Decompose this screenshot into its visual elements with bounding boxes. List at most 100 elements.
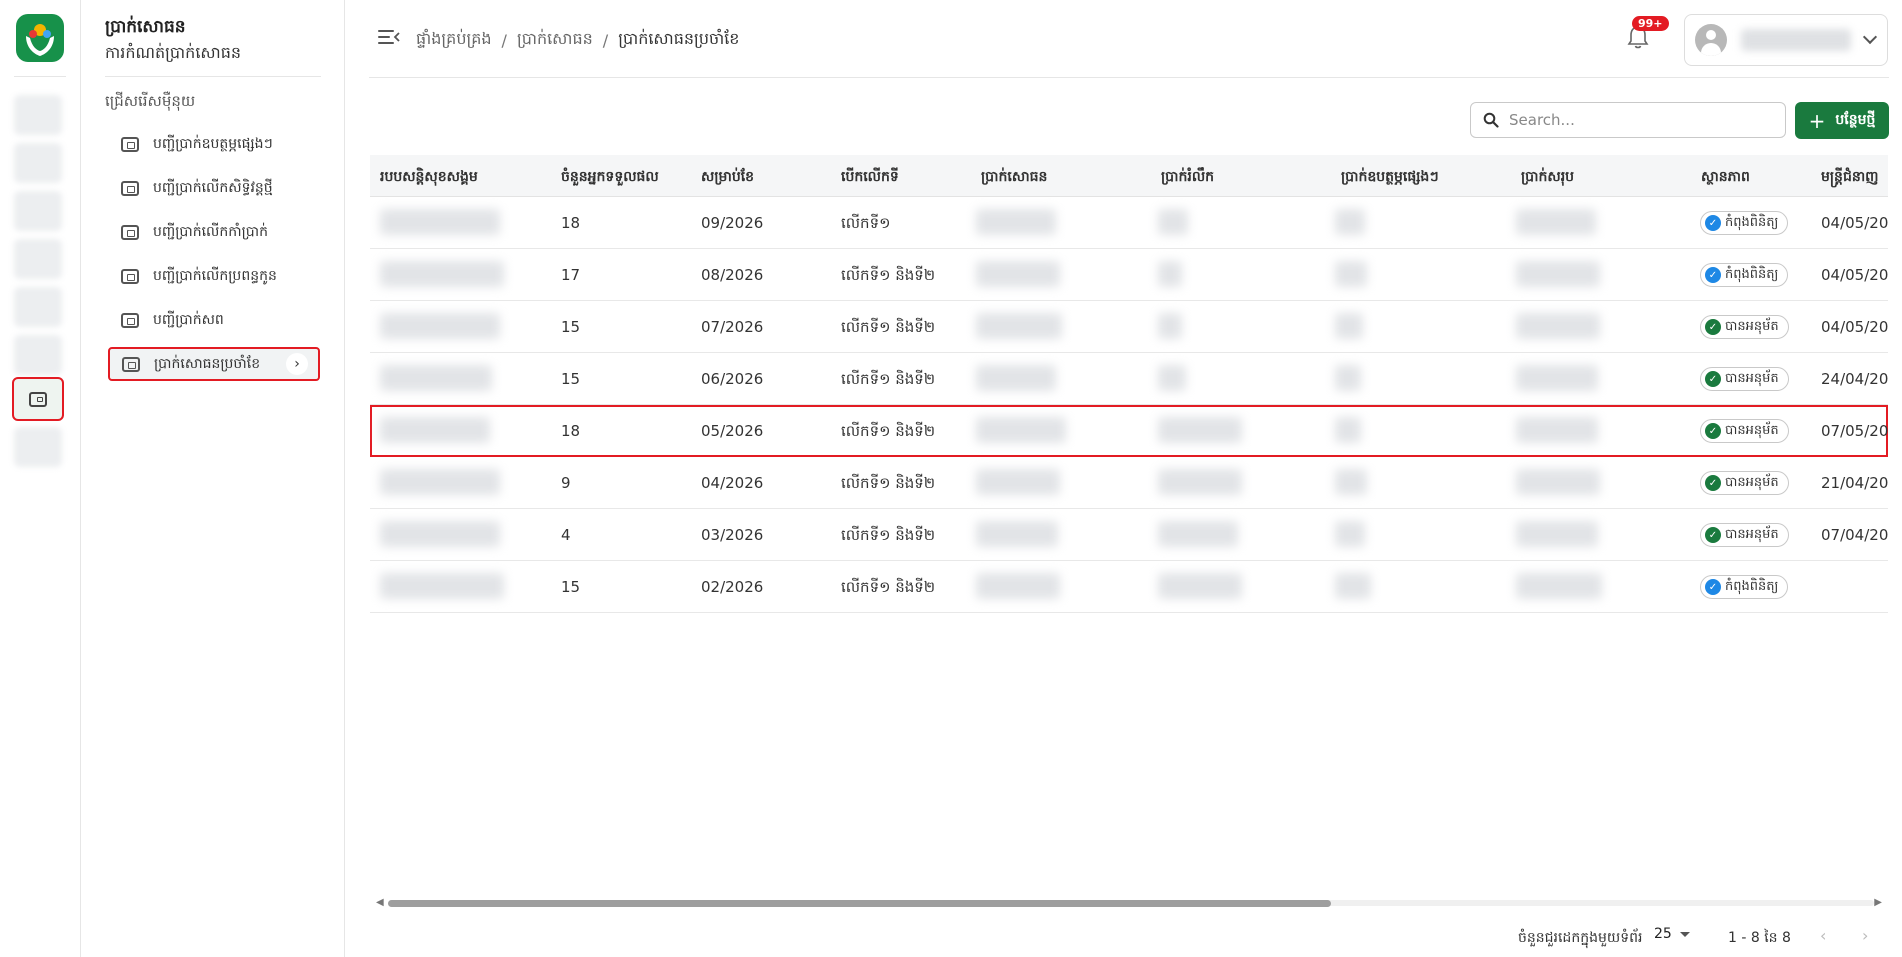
beneficiary-count: 15 <box>561 578 581 596</box>
panel-divider <box>105 76 321 77</box>
rows-per-page-select[interactable]: 25 <box>1654 926 1690 942</box>
column-header[interactable]: ប្រាក់រំលឹក <box>1161 167 1214 188</box>
other-allowance-redacted <box>1335 261 1367 287</box>
other-allowance-redacted <box>1335 573 1371 599</box>
beneficiary-count: 4 <box>561 526 571 544</box>
beneficiary-count: 18 <box>561 214 581 232</box>
sidebar-item-monthly-pension[interactable]: ប្រាក់សោធនប្រចាំខែ › <box>108 347 320 381</box>
pension-month: 09/2026 <box>701 214 764 232</box>
pension-amount-redacted <box>976 313 1062 339</box>
column-header[interactable]: ស្ថានភាព <box>1701 167 1750 188</box>
rail-item-4[interactable] <box>14 239 62 279</box>
column-header[interactable]: ចំនួនអ្នកទទួលផល <box>561 167 659 188</box>
user-menu-button[interactable] <box>1684 14 1888 66</box>
search-input[interactable] <box>1509 111 1759 129</box>
wallet-icon <box>122 356 140 372</box>
arrears-amount-redacted <box>1158 313 1182 339</box>
table-row[interactable]: 4 03/2026 លើកទី១ និងទី២ ✓បានអនុម័ត 07/04/202 <box>370 509 1888 561</box>
column-header[interactable]: ប្រាក់សរុប <box>1521 167 1574 188</box>
column-header[interactable]: សម្រាប់ខែ <box>701 167 754 188</box>
social-security-scheme-redacted <box>380 573 504 599</box>
payment-round: លើកទី១ និងទី២ <box>841 370 936 388</box>
scroll-left-arrow[interactable]: ◀ <box>376 897 384 908</box>
caret-down-icon <box>1679 931 1690 937</box>
sidebar-item-label: ប្រាក់សោធនប្រចាំខែ <box>154 355 261 372</box>
table-row[interactable]: 18 05/2026 លើកទី១ និងទី២ ✓ បានអនុម័ត 07/05/20… <box>370 405 1888 457</box>
menu-toggle-button[interactable] <box>378 28 400 46</box>
arrears-amount-redacted <box>1158 573 1242 599</box>
rail-item-6[interactable] <box>14 335 62 375</box>
panel-subtitle: ការកំណត់ប្រាក់សោធន <box>105 43 242 62</box>
breadcrumb-pension[interactable]: ប្រាក់សោធន <box>517 28 593 52</box>
horizontal-scrollbar[interactable]: ◀ ▶ <box>376 897 1882 909</box>
pension-month: 06/2026 <box>701 370 764 388</box>
other-allowance-redacted <box>1335 365 1361 391</box>
officer-date: 07/04/202 <box>1821 526 1888 544</box>
review-check-icon: ✓ <box>1705 267 1721 283</box>
add-new-button[interactable]: + បន្ថែមថ្មី <box>1795 102 1889 139</box>
sidebar-item-funeral[interactable]: បញ្ជីប្រាក់សព <box>109 303 319 337</box>
prev-page-button[interactable]: ‹ <box>1820 926 1826 945</box>
payment-round: លើកទី១ និងទី២ <box>841 526 936 544</box>
beneficiary-count: 9 <box>561 474 571 492</box>
beneficiary-count: 15 <box>561 318 581 336</box>
scroll-right-arrow[interactable]: ▶ <box>1874 897 1882 908</box>
officer-date: 04/05/202 <box>1821 266 1888 284</box>
social-security-scheme-redacted <box>380 261 504 287</box>
status-badge: ✓ កំពុងពិនិត្យ <box>1700 575 1789 599</box>
officer-date: 04/05/202 <box>1821 214 1888 232</box>
payment-round: លើកទី១ និងទី២ <box>841 474 936 492</box>
next-page-button[interactable]: › <box>1862 926 1868 945</box>
wallet-icon <box>121 180 139 196</box>
sidebar-item-new-rights[interactable]: បញ្ជីប្រាក់លើកសិទ្ធិវន្តថ្មី <box>109 171 319 205</box>
search-box[interactable] <box>1470 102 1786 138</box>
sidebar-item-label: បញ្ជីប្រាក់សព <box>153 311 224 328</box>
table-row[interactable]: 17 08/2026 លើកទី១ និងទី២ ✓ កំពុងពិនិត្យ 04/05… <box>370 249 1888 301</box>
rail-item-1[interactable] <box>14 95 62 135</box>
column-header[interactable]: បើកលើកទី <box>841 167 899 188</box>
other-allowance-redacted <box>1335 209 1365 235</box>
rail-item-2[interactable] <box>14 143 62 183</box>
plus-icon: + <box>1808 108 1826 133</box>
search-icon <box>1483 112 1499 128</box>
table-row[interactable]: 15 07/2026 លើកទី១ និងទី២ ✓ បានអនុម័ត 04/05/20… <box>370 301 1888 353</box>
breadcrumb-dashboard[interactable]: ផ្ទាំងគ្រប់គ្រង <box>416 28 492 52</box>
table-row[interactable]: 18 09/2026 លើកទី១ ✓កំពុងពិនិត្យ 04/05/202 <box>370 197 1888 249</box>
total-amount-redacted <box>1516 521 1598 547</box>
arrears-amount-redacted <box>1158 521 1238 547</box>
status-badge: ✓ បានអនុម័ត <box>1700 367 1789 391</box>
scroll-thumb[interactable] <box>388 900 1331 907</box>
app-logo[interactable] <box>16 14 64 62</box>
pension-month: 04/2026 <box>701 474 764 492</box>
pension-month: 03/2026 <box>701 526 764 544</box>
column-header[interactable]: ប្រាក់ឧបត្ថម្ភផ្សេងៗ <box>1341 167 1439 188</box>
table-row[interactable]: 15 02/2026 លើកទី១ និងទី២ ✓ កំពុងពិនិត្យ <box>370 561 1888 613</box>
sidebar-item-family[interactable]: បញ្ជីប្រាក់លើកប្រពន្ធកូន <box>109 259 319 293</box>
column-header[interactable]: របបសន្តិសុខសង្គម <box>380 167 478 188</box>
officer-date: 24/04/202 <box>1821 370 1888 388</box>
table-row[interactable]: 9 04/2026 លើកទី១ និងទី២ ✓បានអនុម័ត 21/04/202 <box>370 457 1888 509</box>
approved-check-icon: ✓ <box>1705 423 1721 439</box>
status-label: បានអនុម័ត <box>1725 474 1779 490</box>
pension-table: របបសន្តិសុខសង្គម ចំនួនអ្នកទទួលផល សម្រាប់… <box>370 155 1888 885</box>
rail-item-3[interactable] <box>14 191 62 231</box>
status-label: បានអនុម័ត <box>1725 318 1779 334</box>
header-divider <box>369 77 1889 78</box>
pension-month: 02/2026 <box>701 578 764 596</box>
rail-item-8[interactable] <box>14 427 62 467</box>
status-label: បានអនុម័ត <box>1725 370 1779 386</box>
notification-badge: 99+ <box>1632 16 1669 31</box>
table-row[interactable]: 15 06/2026 លើកទី១ និងទី២ ✓ បានអនុម័ត 24/04/20… <box>370 353 1888 405</box>
social-security-scheme-redacted <box>380 521 500 547</box>
rail-item-5[interactable] <box>14 287 62 327</box>
column-header[interactable]: ប្រាក់សោធន <box>981 167 1047 188</box>
payment-round: លើកទី១ និងទី២ <box>841 422 936 440</box>
column-header[interactable]: មន្ត្រីជំនាញ <box>1821 167 1879 188</box>
sidebar-item-other-allowances[interactable]: បញ្ជីប្រាក់ឧបត្ថម្ភផ្សេងៗ <box>109 127 319 161</box>
rail-item-pension[interactable] <box>12 377 64 421</box>
secondary-panel: ប្រាក់សោធន ការកំណត់ប្រាក់សោធន ជ្រើសរើសម៉… <box>81 0 345 957</box>
review-check-icon: ✓ <box>1705 215 1721 231</box>
status-badge: ✓ កំពុងពិនិត្យ <box>1700 211 1789 235</box>
sidebar-item-salary-step[interactable]: បញ្ជីប្រាក់លើកកាំប្រាក់ <box>109 215 319 249</box>
status-badge: ✓ បានអនុម័ត <box>1700 419 1789 443</box>
